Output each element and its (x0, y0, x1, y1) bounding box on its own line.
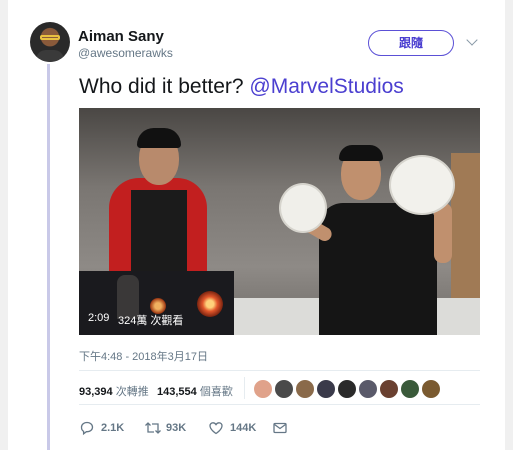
chevron-down-icon[interactable] (466, 34, 478, 46)
tweet-card: Aiman Sany @awesomerawks 跟隨 Who did it b… (0, 0, 513, 450)
retweet-stat[interactable]: 93,394 次轉推 (79, 383, 149, 399)
mention-link[interactable]: @MarvelStudios (249, 75, 403, 98)
reply-icon (80, 421, 94, 436)
divider (79, 404, 480, 405)
right-gutter (505, 0, 513, 450)
liker-avatar[interactable] (379, 379, 399, 399)
stats-divider (244, 377, 245, 399)
liker-avatar[interactable] (421, 379, 441, 399)
video-view-count: 324萬 次觀看 (118, 315, 184, 327)
reply-count: 2.1K (101, 422, 125, 434)
video-person-right-arm (434, 203, 452, 263)
liker-avatar[interactable] (295, 379, 315, 399)
liker-avatar[interactable] (274, 379, 294, 399)
liker-avatar[interactable] (337, 379, 357, 399)
retweet-stat-label: 次轉推 (112, 386, 149, 398)
video-door (451, 153, 480, 303)
video-plate-left (279, 183, 327, 233)
video-player[interactable]: 2:09 324萬 次觀看 (79, 108, 480, 335)
like-stat-label: 個喜歡 (196, 386, 233, 398)
video-duration: 2:09 (88, 312, 110, 324)
avatar[interactable] (30, 22, 70, 62)
retweet-stat-count: 93,394 (79, 386, 113, 398)
like-stat[interactable]: 143,554 個喜歡 (157, 383, 233, 399)
video-plate-right (389, 155, 455, 215)
avatar-glasses (40, 35, 60, 40)
like-stat-count: 143,554 (157, 386, 197, 398)
like-count: 144K (230, 422, 257, 434)
tweet-text: Who did it better? @MarvelStudios (79, 75, 404, 99)
follow-button[interactable]: 跟隨 (368, 30, 454, 56)
user-handle[interactable]: @awesomerawks (78, 46, 173, 60)
liker-avatar[interactable] (358, 379, 378, 399)
liker-avatar[interactable] (400, 379, 420, 399)
video-person-left-hair (137, 128, 181, 148)
video-person-right-body (319, 203, 437, 335)
liker-avatar[interactable] (253, 379, 273, 399)
user-name[interactable]: Aiman Sany (78, 28, 164, 45)
left-gutter (0, 0, 8, 450)
tweet-timestamp[interactable]: 下午4:48 - 2018年3月17日 (79, 348, 208, 364)
heart-icon (209, 422, 223, 435)
avatar-shirt (36, 50, 64, 62)
tweet-body: Who did it better? (79, 75, 250, 98)
pip-glow (197, 291, 223, 317)
liker-avatar[interactable] (316, 379, 336, 399)
divider (79, 370, 480, 371)
retweet-icon (145, 422, 161, 434)
thread-line (47, 64, 50, 450)
video-person-right-hair (339, 145, 383, 161)
envelope-icon (273, 422, 287, 434)
retweet-count: 93K (166, 422, 187, 434)
